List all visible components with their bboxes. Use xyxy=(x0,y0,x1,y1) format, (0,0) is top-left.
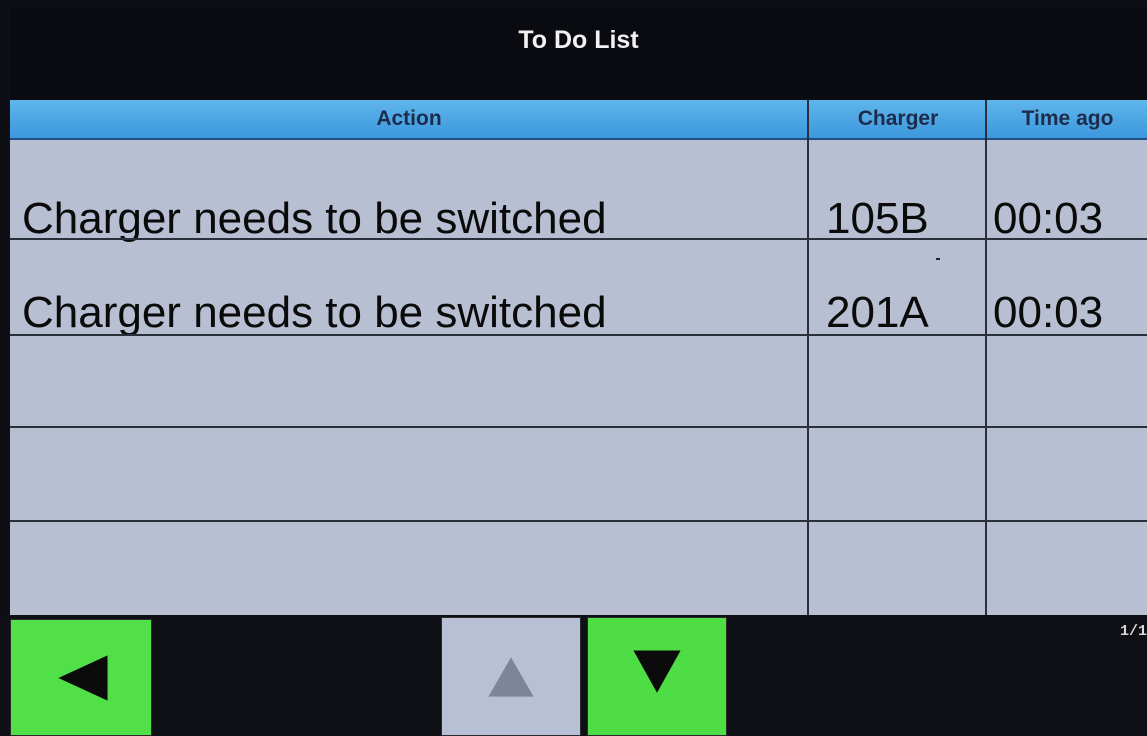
column-header-charger[interactable]: Charger xyxy=(810,100,986,138)
scroll-down-button[interactable] xyxy=(587,617,727,736)
table-row[interactable] xyxy=(10,522,1147,616)
action-cell xyxy=(22,428,802,522)
todo-table: Action Charger Time ago Charger needs to… xyxy=(10,100,1147,615)
triangle-left-icon xyxy=(58,655,108,701)
time-ago-cell xyxy=(993,428,1143,522)
action-cell: Charger needs to be switched xyxy=(22,194,607,243)
scroll-up-button[interactable] xyxy=(441,617,581,736)
action-cell xyxy=(22,522,802,616)
time-ago-cell: 00:03 xyxy=(993,194,1104,243)
footer-bar: 1/1 xyxy=(0,615,1147,736)
table-row[interactable] xyxy=(10,336,1147,430)
triangle-up-icon xyxy=(488,657,534,697)
row-divider xyxy=(10,238,1147,240)
column-header-action[interactable]: Action xyxy=(10,100,808,138)
screen: To Do List Action Charger Time ago Charg… xyxy=(0,0,1147,736)
page-indicator: 1/1 xyxy=(1119,623,1147,640)
action-cell xyxy=(22,336,802,430)
decorative-mark xyxy=(936,258,940,260)
charger-cell xyxy=(826,428,976,522)
table-header: Action Charger Time ago xyxy=(10,100,1147,140)
page-title: To Do List xyxy=(10,8,1147,100)
charger-cell xyxy=(826,522,976,616)
triangle-down-icon xyxy=(633,650,681,693)
column-header-time-ago[interactable]: Time ago xyxy=(988,100,1147,138)
time-ago-cell xyxy=(993,336,1143,430)
previous-button[interactable] xyxy=(10,619,152,736)
table-row[interactable] xyxy=(10,428,1147,522)
table-row[interactable]: Charger needs to be switched 105B 00:03 xyxy=(10,144,1147,243)
charger-cell xyxy=(826,336,976,430)
charger-cell: 105B xyxy=(826,194,929,243)
time-ago-cell xyxy=(993,522,1143,616)
